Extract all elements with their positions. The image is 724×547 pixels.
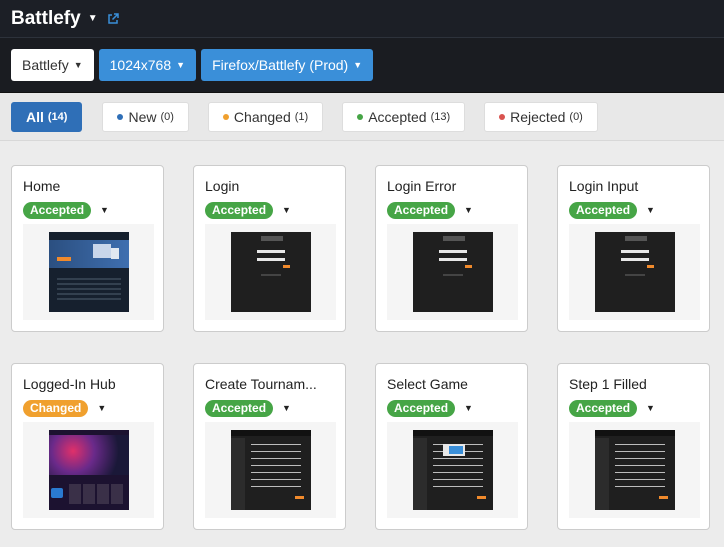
- resolution-dropdown[interactable]: 1024x768 ▼: [98, 49, 197, 81]
- card-title: Create Tournam...: [205, 376, 317, 392]
- filter-new-label: New: [128, 108, 157, 125]
- status-filter-bar: All (14) New (0) Changed (1) Accepted (1…: [0, 93, 724, 141]
- filter-accepted[interactable]: Accepted (13): [342, 101, 466, 132]
- status-row: Accepted ▼: [569, 201, 698, 219]
- screenshot-card-create-tournament[interactable]: Create Tournam... Accepted ▼: [193, 363, 346, 530]
- screenshot-card-login-error[interactable]: Login Error Accepted ▼: [375, 165, 528, 332]
- filter-changed-count: (1): [294, 110, 309, 123]
- status-row: Accepted ▼: [569, 399, 698, 417]
- status-badge: Accepted: [387, 201, 456, 219]
- thumbnail-frame: [569, 422, 700, 518]
- filter-new[interactable]: New (0): [102, 101, 189, 132]
- app-title: Battlefy: [11, 7, 81, 29]
- filter-accepted-count: (13): [430, 110, 451, 123]
- filter-new-count: (0): [160, 110, 174, 123]
- project-dropdown-label: Battlefy: [22, 57, 69, 73]
- status-row: Changed ▼: [23, 399, 152, 417]
- status-badge: Accepted: [205, 399, 274, 417]
- thumbnail-image[interactable]: [412, 232, 493, 312]
- thumbnail-image[interactable]: [594, 232, 675, 312]
- thumbnail-frame: [569, 224, 700, 320]
- thumbnail-image[interactable]: [412, 430, 493, 510]
- card-title: Home: [23, 178, 61, 194]
- status-row: Accepted ▼: [387, 201, 516, 219]
- screenshot-card-login[interactable]: Login Accepted ▼: [193, 165, 346, 332]
- external-link-icon[interactable]: [107, 12, 119, 25]
- screenshot-card-logged-in-hub[interactable]: Logged-In Hub Changed ▼: [11, 363, 164, 530]
- screenshot-grid-area: Home Accepted ▼ Login Accepted ▼ Login E…: [0, 141, 724, 547]
- thumbnail-image[interactable]: [594, 430, 675, 510]
- status-row: Accepted ▼: [23, 201, 152, 219]
- card-title: Select Game: [387, 376, 468, 392]
- status-row: Accepted ▼: [387, 399, 516, 417]
- screenshot-grid: Home Accepted ▼ Login Accepted ▼ Login E…: [11, 165, 710, 530]
- chevron-down-icon: ▼: [176, 60, 186, 70]
- screenshot-card-select-game[interactable]: Select Game Accepted ▼: [375, 363, 528, 530]
- chevron-down-icon: ▼: [87, 13, 98, 24]
- chevron-down-icon[interactable]: ▼: [282, 205, 291, 215]
- rejected-dot-icon: [499, 113, 506, 120]
- status-badge: Accepted: [23, 201, 92, 219]
- thumbnail-image[interactable]: [48, 430, 129, 510]
- toolbar: Battlefy ▼ 1024x768 ▼ Firefox/Battlefy (…: [0, 38, 724, 93]
- chevron-down-icon: ▼: [353, 60, 363, 70]
- chevron-down-icon[interactable]: ▼: [464, 403, 473, 413]
- card-title: Login Input: [569, 178, 639, 194]
- filter-rejected-label: Rejected: [510, 108, 566, 125]
- filter-accepted-label: Accepted: [368, 108, 427, 125]
- browser-dropdown-label: Firefox/Battlefy (Prod): [212, 57, 349, 73]
- browser-dropdown[interactable]: Firefox/Battlefy (Prod) ▼: [201, 49, 374, 81]
- card-title: Step 1 Filled: [569, 376, 647, 392]
- screenshot-card-step-1-filled[interactable]: Step 1 Filled Accepted ▼: [557, 363, 710, 530]
- thumbnail-frame: [205, 224, 336, 320]
- thumbnail-frame: [387, 422, 518, 518]
- status-row: Accepted ▼: [205, 399, 334, 417]
- top-bar: Battlefy ▼: [0, 0, 724, 38]
- card-title: Logged-In Hub: [23, 376, 116, 392]
- filter-rejected-count: (0): [569, 110, 583, 123]
- chevron-down-icon: ▼: [73, 60, 83, 70]
- thumbnail-frame: [23, 224, 154, 320]
- screenshot-card-login-input[interactable]: Login Input Accepted ▼: [557, 165, 710, 332]
- changed-dot-icon: [222, 113, 229, 120]
- filter-changed-label: Changed: [233, 108, 291, 125]
- thumbnail-frame: [23, 422, 154, 518]
- chevron-down-icon[interactable]: ▼: [464, 205, 473, 215]
- status-badge: Accepted: [205, 201, 274, 219]
- new-dot-icon: [117, 113, 124, 120]
- status-badge: Changed: [23, 399, 89, 417]
- filter-all[interactable]: All (14): [11, 101, 83, 132]
- card-title: Login Error: [387, 178, 457, 194]
- filter-all-count: (14): [47, 110, 68, 123]
- accepted-dot-icon: [357, 113, 364, 120]
- status-badge: Accepted: [569, 399, 638, 417]
- chevron-down-icon[interactable]: ▼: [100, 205, 109, 215]
- chevron-down-icon[interactable]: ▼: [646, 403, 655, 413]
- filter-rejected[interactable]: Rejected (0): [484, 101, 598, 132]
- card-title: Login: [205, 178, 240, 194]
- thumbnail-frame: [387, 224, 518, 320]
- thumbnail-image[interactable]: [230, 232, 311, 312]
- chevron-down-icon[interactable]: ▼: [282, 403, 291, 413]
- thumbnail-image[interactable]: [48, 232, 129, 312]
- chevron-down-icon[interactable]: ▼: [97, 403, 106, 413]
- app-switcher[interactable]: Battlefy ▼: [11, 8, 119, 30]
- project-dropdown[interactable]: Battlefy ▼: [11, 49, 94, 81]
- resolution-dropdown-label: 1024x768: [109, 57, 172, 73]
- filter-changed[interactable]: Changed (1): [207, 101, 324, 132]
- status-badge: Accepted: [387, 399, 456, 417]
- status-badge: Accepted: [569, 201, 638, 219]
- filter-all-label: All: [26, 108, 44, 125]
- status-row: Accepted ▼: [205, 201, 334, 219]
- chevron-down-icon[interactable]: ▼: [646, 205, 655, 215]
- thumbnail-image[interactable]: [230, 430, 311, 510]
- screenshot-card-home[interactable]: Home Accepted ▼: [11, 165, 164, 332]
- thumbnail-frame: [205, 422, 336, 518]
